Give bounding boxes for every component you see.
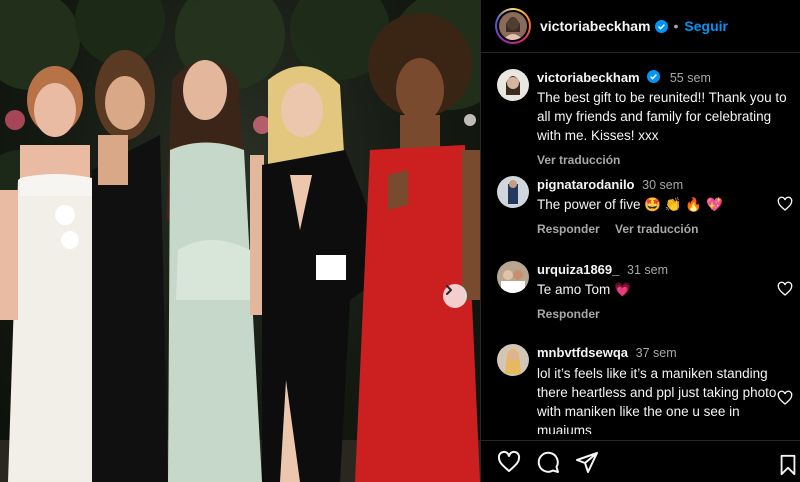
verified-icon <box>654 19 668 33</box>
comment-item: mnbvtfdsewqa 37 sem lol it’s feels like … <box>497 344 793 434</box>
comment-text: Te amo Tom 💗 <box>537 282 631 297</box>
comment-time[interactable]: 37 sem <box>636 346 677 360</box>
separator-dot: • <box>673 18 679 34</box>
follow-button[interactable]: Seguir <box>684 18 728 34</box>
comment-username[interactable]: pignatarodanilo <box>537 177 635 192</box>
caption-time[interactable]: 55 sem <box>670 71 711 85</box>
commenter-avatar[interactable] <box>497 176 529 208</box>
comment-text: lol it’s feels like it’s a maniken stand… <box>537 366 777 434</box>
heart-icon[interactable] <box>777 196 793 212</box>
comment-time[interactable]: 31 sem <box>627 263 668 277</box>
author-avatar-ring[interactable] <box>495 8 531 44</box>
comment-time[interactable]: 30 sem <box>642 178 683 192</box>
heart-icon[interactable] <box>777 390 793 406</box>
post-header: victoriabeckham • Seguir <box>481 0 800 53</box>
comment-icon[interactable] <box>536 450 560 474</box>
comment-item: pignatarodanilo 30 sem The power of five… <box>497 176 793 238</box>
post-caption: victoriabeckham 55 sem The best gift to … <box>497 69 793 169</box>
heart-icon[interactable] <box>497 450 521 474</box>
commenter-avatar[interactable] <box>497 344 529 376</box>
translate-link[interactable]: Ver traducción <box>615 222 698 236</box>
commenter-avatar[interactable] <box>497 261 529 293</box>
comments-list[interactable]: victoriabeckham 55 sem The best gift to … <box>481 54 800 434</box>
comment-item: urquiza1869_ 31 sem Te amo Tom 💗 Respond… <box>497 261 793 323</box>
post-side-panel: victoriabeckham • Seguir victoriabeckham… <box>480 0 800 482</box>
post-actions-bar <box>481 440 800 482</box>
heart-icon[interactable] <box>777 281 793 297</box>
author-username[interactable]: victoriabeckham <box>540 18 651 34</box>
comment-username[interactable]: urquiza1869_ <box>537 262 619 277</box>
reply-link[interactable]: Responder <box>537 222 600 236</box>
caption-username[interactable]: victoriabeckham <box>537 70 640 85</box>
reply-link[interactable]: Responder <box>537 307 600 321</box>
verified-icon <box>647 70 661 83</box>
post-photo[interactable] <box>0 0 480 482</box>
next-photo-button[interactable] <box>443 284 467 308</box>
photo-illustration <box>0 0 480 482</box>
comment-text: The power of five 🤩 👏 🔥 💖 <box>537 197 723 212</box>
comment-username[interactable]: mnbvtfdsewqa <box>537 345 628 360</box>
caption-text: The best gift to be reunited!! Thank you… <box>537 90 787 143</box>
author-avatar[interactable] <box>497 69 529 101</box>
caption-translate-link[interactable]: Ver traducción <box>537 153 620 167</box>
share-icon[interactable] <box>575 450 599 474</box>
bookmark-icon[interactable] <box>777 453 799 477</box>
chevron-right-icon <box>446 285 452 295</box>
author-avatar <box>499 12 527 40</box>
